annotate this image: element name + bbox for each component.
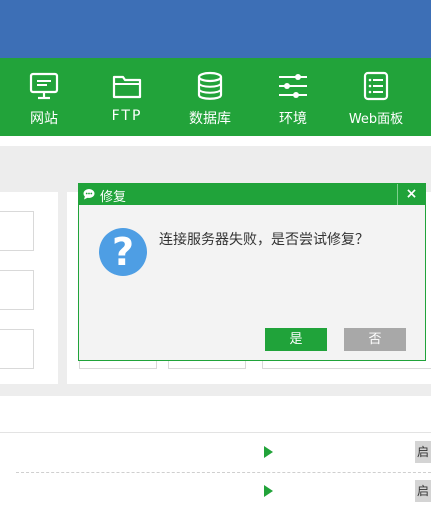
play-icon[interactable] <box>264 446 273 458</box>
start-button[interactable]: 启 <box>415 441 431 463</box>
no-button[interactable]: 否 <box>344 328 406 351</box>
toolbar-item-environment[interactable]: 环境 <box>253 58 333 136</box>
monitor-icon <box>29 72 59 100</box>
toolbar-item-ftp[interactable]: FTP <box>87 58 167 136</box>
toolbar-item-database[interactable]: 数据库 <box>170 58 250 136</box>
dialog-titlebar[interactable]: 修复 × <box>79 184 425 205</box>
yes-button[interactable]: 是 <box>265 328 327 351</box>
question-icon: ? <box>99 228 147 276</box>
dialog-message: 连接服务器失败，是否尝试修复？ <box>159 232 369 248</box>
folder-icon <box>112 75 142 99</box>
toolbar-label: 数据库 <box>189 111 231 127</box>
dialog-title: 修复 <box>100 190 127 205</box>
list-item: 启 <box>0 473 431 511</box>
toolbar-label: Web面板 <box>348 112 404 127</box>
left-input-field[interactable] <box>0 270 34 310</box>
chat-bubble-icon <box>83 189 95 200</box>
service-list: 启 启 <box>0 432 431 514</box>
list-item: 启 <box>0 433 431 471</box>
toolbar-item-website[interactable]: 网站 <box>4 58 84 136</box>
top-bar <box>0 0 431 58</box>
left-input-field[interactable] <box>0 211 34 251</box>
database-icon <box>197 71 223 100</box>
toolbar-label: 网站 <box>30 111 58 127</box>
sliders-icon <box>279 74 307 98</box>
toolbar-label: FTP <box>111 108 143 124</box>
left-input-field[interactable] <box>0 329 34 369</box>
left-panel <box>0 192 58 384</box>
repair-dialog: 修复 × ? 连接服务器失败，是否尝试修复？ 是 否 <box>78 183 426 361</box>
main-toolbar: 网站 FTP 数据库 环境 Web面板 <box>0 58 431 136</box>
list-panel-icon <box>363 71 389 101</box>
toolbar-label: 环境 <box>279 111 307 127</box>
toolbar-item-web-panel[interactable]: Web面板 <box>336 58 416 136</box>
play-icon[interactable] <box>264 485 273 497</box>
start-button[interactable]: 启 <box>415 480 431 502</box>
close-button[interactable]: × <box>397 184 425 205</box>
